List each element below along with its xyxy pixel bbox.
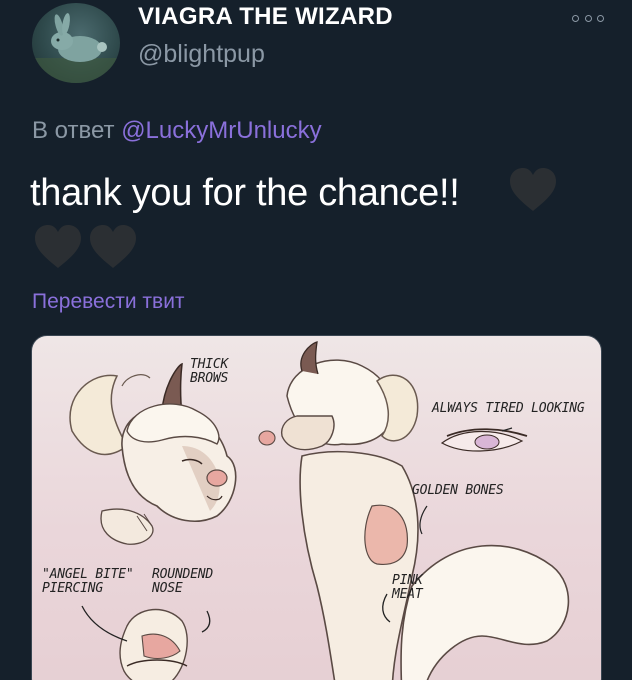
- reply-prefix: В ответ: [32, 117, 115, 144]
- reply-mention-link[interactable]: @LuckyMrUnlucky: [121, 117, 321, 144]
- tweet-media-image[interactable]: THICK BROWS ALWAYS TIRED LOOKING GOLDEN …: [31, 335, 602, 680]
- avatar[interactable]: [32, 3, 120, 83]
- user-handle[interactable]: @blightpup: [138, 40, 265, 69]
- translate-tweet-link[interactable]: Перевести твит: [32, 290, 185, 314]
- dot: [597, 14, 604, 22]
- tweet-text: thank you for the chance!!: [30, 172, 460, 214]
- label-golden-bones: GOLDEN BONES: [412, 483, 504, 498]
- bunny-avatar-icon: [32, 13, 120, 83]
- label-angel-bite-piercing: "ANGEL BITE" PIERCING: [42, 567, 134, 596]
- reply-context: В ответ @LuckyMrUnlucky: [32, 117, 322, 145]
- display-name[interactable]: VIAGRA THE WIZARD: [138, 3, 393, 31]
- black-heart-icon: [510, 168, 556, 211]
- black-heart-icon: [35, 225, 81, 268]
- tweet: VIAGRA THE WIZARD @blightpup В ответ @Lu…: [0, 0, 632, 680]
- label-roundend-nose: ROUNDEND NOSE: [152, 567, 214, 596]
- more-options-icon[interactable]: [572, 12, 604, 24]
- dot: [572, 14, 579, 22]
- label-thick-brows: THICK BROWS: [190, 357, 229, 386]
- black-heart-icon: [90, 225, 136, 268]
- dot: [584, 14, 592, 22]
- label-pink-meat: PINK MEAT: [392, 573, 423, 602]
- label-always-tired: ALWAYS TIRED LOOKING: [432, 401, 585, 416]
- character-reference-sheet: [69, 341, 570, 680]
